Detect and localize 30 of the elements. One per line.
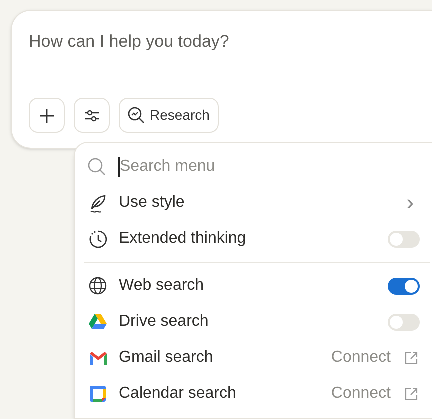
- external-link-icon: [405, 388, 418, 400]
- menu-item[interactable]: Use style ›: [74, 185, 432, 221]
- research-button[interactable]: Research: [119, 98, 219, 133]
- drive-icon: [89, 314, 107, 330]
- settings-button[interactable]: [74, 98, 110, 133]
- add-button[interactable]: [29, 98, 65, 133]
- menu-item-label: Extended thinking: [119, 229, 248, 249]
- menu-item-label: Web search: [119, 276, 206, 296]
- feather-icon: [88, 194, 108, 212]
- calendar-icon: [90, 386, 106, 402]
- clock-icon: [88, 230, 108, 248]
- mail-icon: [90, 352, 106, 364]
- external-link-icon: [405, 352, 418, 364]
- menu-item[interactable]: Calendar search Connect: [74, 376, 432, 412]
- sliders-icon: [85, 110, 99, 122]
- menu-item[interactable]: Drive search: [74, 304, 432, 340]
- search-trend-icon: [128, 107, 145, 124]
- menu-item-label: Calendar search: [119, 384, 238, 404]
- prompt-field[interactable]: How can I help you today?: [29, 29, 409, 55]
- search-field[interactable]: Search menu: [118, 157, 318, 177]
- globe-icon: [89, 277, 107, 295]
- chevron: ›: [406, 192, 414, 214]
- search-icon: [88, 158, 106, 176]
- plus-icon: [40, 108, 54, 122]
- menu-item[interactable]: Web search: [74, 268, 432, 304]
- menu-item-label: Use style: [119, 193, 186, 213]
- menu-item[interactable]: Gmail search Connect: [74, 340, 432, 376]
- menu-item-label: Drive search: [119, 312, 210, 332]
- menu-item-label: Gmail search: [119, 348, 214, 368]
- menu-item[interactable]: Extended thinking: [74, 221, 432, 257]
